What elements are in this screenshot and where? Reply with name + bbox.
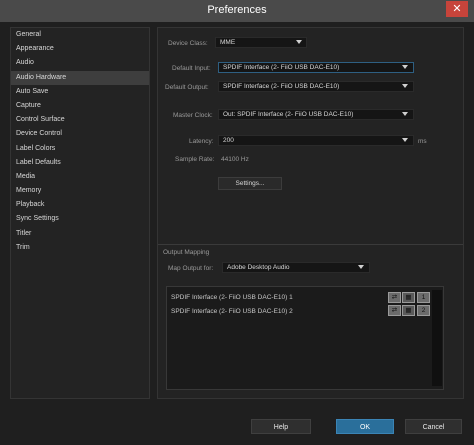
settings-button[interactable]: Settings... bbox=[218, 177, 282, 190]
chevron-down-icon bbox=[296, 40, 302, 44]
sample-rate-label: Sample Rate: bbox=[175, 156, 215, 163]
ok-button[interactable]: OK bbox=[336, 419, 394, 434]
sidebar-item-titler[interactable]: Titler bbox=[11, 227, 149, 241]
default-input-value: SPDIF Interface (2- FiiO USB DAC-E10) bbox=[223, 64, 340, 71]
device-class-label: Device Class: bbox=[168, 40, 208, 47]
title-bar: Preferences ✕ bbox=[0, 0, 474, 22]
sidebar-item-auto-save[interactable]: Auto Save bbox=[11, 85, 149, 99]
latency-value: 200 bbox=[223, 137, 234, 144]
sidebar-item-trim[interactable]: Trim bbox=[11, 241, 149, 255]
chevron-down-icon bbox=[402, 138, 408, 142]
default-input-select[interactable]: SPDIF Interface (2- FiiO USB DAC-E10) bbox=[218, 62, 414, 73]
latency-unit: ms bbox=[418, 138, 427, 145]
channel-grid-icon[interactable]: ▦ bbox=[402, 292, 415, 303]
output-channel-1[interactable]: SPDIF Interface (2- FiiO USB DAC-E10) 1 bbox=[171, 294, 293, 301]
map-output-for-label: Map Output for: bbox=[168, 265, 214, 272]
chevron-down-icon bbox=[402, 84, 408, 88]
channel-link-icon[interactable]: ⇄ bbox=[388, 292, 401, 303]
chevron-down-icon bbox=[402, 65, 408, 69]
channel-2-badge[interactable]: 2 bbox=[417, 305, 430, 316]
default-output-value: SPDIF Interface (2- FiiO USB DAC-E10) bbox=[223, 83, 340, 90]
sidebar-item-label-colors[interactable]: Label Colors bbox=[11, 142, 149, 156]
cancel-button[interactable]: Cancel bbox=[405, 419, 462, 434]
sidebar-item-sync-settings[interactable]: Sync Settings bbox=[11, 212, 149, 226]
mapping-scrollbar[interactable] bbox=[432, 290, 442, 386]
sidebar-item-appearance[interactable]: Appearance bbox=[11, 42, 149, 56]
device-class-value: MME bbox=[220, 39, 236, 46]
default-output-select[interactable]: SPDIF Interface (2- FiiO USB DAC-E10) bbox=[218, 81, 414, 92]
sidebar-item-playback[interactable]: Playback bbox=[11, 198, 149, 212]
sidebar-item-capture[interactable]: Capture bbox=[11, 99, 149, 113]
map-output-for-select[interactable]: Adobe Desktop Audio bbox=[222, 262, 370, 273]
latency-select[interactable]: 200 bbox=[218, 135, 414, 146]
channel-1-badge[interactable]: 1 bbox=[417, 292, 430, 303]
default-output-label: Default Output: bbox=[165, 84, 209, 91]
output-mapping-heading: Output Mapping bbox=[163, 249, 210, 256]
chevron-down-icon bbox=[402, 112, 408, 116]
map-output-for-value: Adobe Desktop Audio bbox=[227, 264, 290, 271]
section-divider bbox=[158, 244, 463, 245]
sidebar-item-device-control[interactable]: Device Control bbox=[11, 127, 149, 141]
sidebar-item-audio[interactable]: Audio bbox=[11, 56, 149, 70]
sidebar-item-control-surface[interactable]: Control Surface bbox=[11, 113, 149, 127]
chevron-down-icon bbox=[358, 265, 364, 269]
help-button[interactable]: Help bbox=[251, 419, 311, 434]
sidebar-item-label-defaults[interactable]: Label Defaults bbox=[11, 156, 149, 170]
channel-grid-icon[interactable]: ▦ bbox=[402, 305, 415, 316]
preferences-sidebar: General Appearance Audio Audio Hardware … bbox=[10, 27, 150, 399]
master-clock-select[interactable]: Out: SPDIF Interface (2- FiiO USB DAC-E1… bbox=[218, 109, 414, 120]
sidebar-item-general[interactable]: General bbox=[11, 28, 149, 42]
channel-link-icon[interactable]: ⇄ bbox=[388, 305, 401, 316]
window-title: Preferences bbox=[207, 4, 267, 16]
sidebar-item-audio-hardware[interactable]: Audio Hardware bbox=[11, 70, 149, 85]
master-clock-value: Out: SPDIF Interface (2- FiiO USB DAC-E1… bbox=[223, 111, 354, 118]
sidebar-item-media[interactable]: Media bbox=[11, 170, 149, 184]
master-clock-label: Master Clock: bbox=[173, 112, 213, 119]
sample-rate-value: 44100 Hz bbox=[221, 156, 249, 163]
latency-label: Latency: bbox=[189, 138, 214, 145]
output-channel-2[interactable]: SPDIF Interface (2- FiiO USB DAC-E10) 2 bbox=[171, 308, 293, 315]
device-class-select[interactable]: MME bbox=[215, 37, 307, 48]
close-button[interactable]: ✕ bbox=[446, 1, 468, 17]
sidebar-item-memory[interactable]: Memory bbox=[11, 184, 149, 198]
default-input-label: Default Input: bbox=[172, 65, 211, 72]
